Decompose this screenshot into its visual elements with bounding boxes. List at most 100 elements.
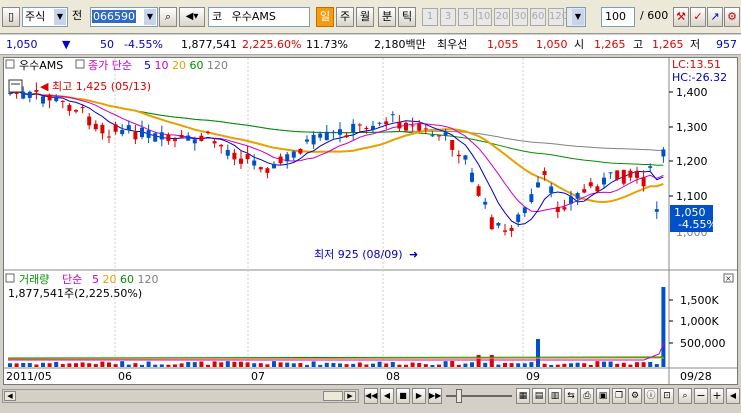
scroll-track[interactable]: ◀ ▶ [2, 389, 359, 403]
candle-body [443, 132, 448, 136]
tab-tick[interactable]: 틱 [398, 7, 416, 27]
last-icon[interactable]: ▶▶ [428, 388, 442, 404]
volume-bar [126, 364, 131, 367]
candle-body [483, 201, 488, 205]
period-button-5[interactable]: 5 [458, 8, 474, 26]
count-input[interactable]: 100 [601, 7, 635, 27]
chevron-down-icon[interactable]: ▼ [144, 9, 156, 25]
period-button-30[interactable]: 30 [512, 8, 528, 26]
zoom-fit-icon[interactable]: ⊡ [660, 388, 674, 404]
volume-bar [245, 362, 250, 367]
zoom-slider-handle[interactable] [456, 389, 462, 403]
zoom-in-button[interactable]: + [710, 388, 724, 404]
candle-body [417, 123, 422, 131]
volume-bar [661, 287, 666, 367]
compare-icon[interactable]: ⇆ [564, 388, 578, 404]
volume-bar [351, 363, 356, 367]
volume-bar [417, 363, 422, 367]
price-tick-label: 1,400 [676, 86, 708, 99]
volume-bar [397, 364, 402, 367]
save-icon[interactable]: ▣ [596, 388, 610, 404]
copy-icon[interactable]: ❐ [612, 388, 626, 404]
candle-body [602, 177, 606, 185]
panel-toggle-icon[interactable] [5, 59, 15, 69]
volume-bar [54, 361, 59, 367]
period-button-120[interactable]: 120 [548, 8, 568, 26]
volume-bar [27, 363, 32, 367]
scroll-left-icon[interactable]: ◀ [4, 391, 16, 401]
total-label: / 600 [640, 9, 669, 22]
volume-bar [80, 362, 85, 367]
stop-icon[interactable]: ■ [396, 388, 410, 404]
grid-icon[interactable]: ▤ [532, 388, 546, 404]
candle-body [34, 90, 39, 92]
market-select[interactable]: 주식 ▼ [22, 7, 68, 27]
period-button-1[interactable]: 1 [422, 8, 438, 26]
speaker-icon[interactable]: ◀▾ [179, 7, 205, 27]
high-value: 1,265 [652, 38, 684, 51]
calendar-icon[interactable] [8, 79, 23, 93]
candle-body [107, 136, 111, 138]
period-button-10[interactable]: 10 [476, 8, 492, 26]
first-icon[interactable]: ◀◀ [364, 388, 378, 404]
chart-type-icon[interactable]: ✓ [690, 7, 706, 27]
app-menu-icon[interactable]: ▯ [2, 7, 20, 27]
scroll-thumb[interactable] [323, 391, 343, 401]
scroll-right-icon[interactable]: ▶ [344, 391, 356, 401]
tab-daily[interactable]: 일 [316, 7, 334, 27]
vol-toggle-icon[interactable] [5, 273, 15, 283]
tab-monthly[interactable]: 월 [356, 7, 374, 27]
period-button-20[interactable]: 20 [494, 8, 510, 26]
candle-body [166, 134, 171, 141]
candle-body [661, 149, 666, 157]
next-icon[interactable]: ▶ [412, 388, 426, 404]
volume-bar [60, 364, 65, 367]
candle-body [595, 186, 600, 192]
period-button-3[interactable]: 3 [440, 8, 456, 26]
chevron-down-icon[interactable]: ▼ [54, 9, 66, 25]
indicator-icon[interactable]: ↗ [707, 7, 723, 27]
config-icon[interactable]: ⚙ [628, 388, 642, 404]
candle-body [258, 167, 263, 170]
legend-toggle-icon[interactable] [75, 59, 85, 69]
candle-body [199, 135, 204, 141]
chart-area[interactable]: 우수AMS 종가 단순 5 10 20 60 120 ◀ 최고 1,425 (0… [3, 57, 738, 385]
zoom-out-button[interactable]: − [694, 388, 708, 404]
candle-body [126, 125, 131, 131]
settings-icon[interactable]: ⚙ [724, 7, 740, 27]
stock-name-field[interactable]: 코 우수AMS [208, 7, 310, 27]
current-pct: -4.55% [678, 218, 717, 231]
expand-icon[interactable]: ◀ [726, 388, 740, 404]
high-annotation: 최고 1,425 (05/13) [52, 80, 151, 93]
volume-bar [21, 363, 26, 367]
volume-bar [509, 363, 514, 367]
print-icon[interactable]: ⎙ [580, 388, 594, 404]
period-dropdown[interactable]: ▼ [566, 7, 586, 27]
info-icon[interactable]: ⓘ [644, 388, 658, 404]
volume-bar [14, 363, 19, 367]
chart-svg[interactable]: 우수AMS 종가 단순 5 10 20 60 120 ◀ 최고 1,425 (0… [4, 58, 737, 384]
volume-bar [113, 364, 118, 367]
candle-body [397, 121, 402, 129]
layout-icon[interactable]: ▦ [516, 388, 530, 404]
search-icon[interactable]: ⌕ [159, 7, 177, 27]
volume-bar [390, 361, 395, 367]
prev-icon[interactable]: ◀ [380, 388, 394, 404]
period-button-60[interactable]: 60 [530, 8, 546, 26]
tab-weekly[interactable]: 주 [336, 7, 354, 27]
vol-ma-label-20: 20 [103, 273, 121, 286]
candle-body [489, 217, 494, 230]
candle-body [575, 193, 580, 199]
candle-body [522, 207, 527, 214]
search-zoom-icon[interactable]: ⌕ [678, 388, 692, 404]
tab-minute[interactable]: 분 [378, 7, 396, 27]
volume-bar [74, 363, 78, 367]
svg-text:×: × [725, 274, 732, 283]
tool-icon[interactable]: ⚒ [673, 7, 689, 27]
candle-body [179, 135, 184, 138]
volume-bar [595, 361, 600, 367]
chevron-down-icon[interactable]: ▼ [572, 9, 584, 25]
table-icon[interactable]: ▥ [548, 388, 562, 404]
code-input[interactable]: 066590 ▼ [90, 7, 158, 27]
candle-body [542, 171, 547, 175]
